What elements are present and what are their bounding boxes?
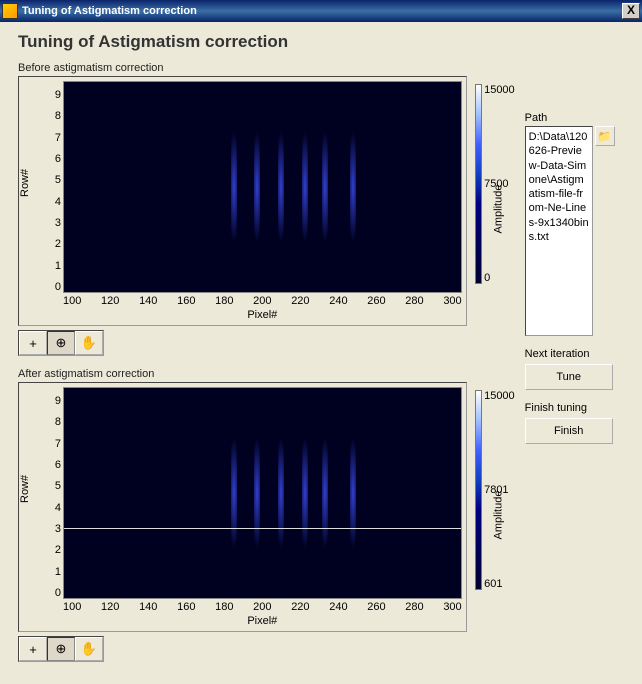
pan-tool[interactable]: ✋ [75, 331, 103, 355]
zoom-tool[interactable]: ⊕ [47, 331, 75, 355]
chart-before-plot[interactable] [63, 81, 462, 293]
page-title: Tuning of Astigmatism correction [18, 32, 624, 52]
chart-after-xlabel: Pixel# [63, 615, 462, 627]
crosshair-tool[interactable]: + [19, 331, 47, 355]
window-title: Tuning of Astigmatism correction [22, 5, 622, 17]
path-label: Path [525, 112, 624, 124]
zoom-tool[interactable]: ⊕ [47, 637, 75, 661]
crosshair-tool[interactable]: + [19, 637, 47, 661]
next-iteration-label: Next iteration [525, 348, 624, 360]
app-icon [2, 3, 18, 19]
chart-before-colorbar-label: Amplitude [492, 185, 504, 234]
chart-before[interactable]: Row# 0123456789 [18, 76, 467, 326]
chart-before-xticks: 100120140160180200220240260280300 [63, 293, 462, 309]
chart-after[interactable]: Row# 0123456789 [18, 382, 467, 632]
chart-before-xlabel: Pixel# [63, 309, 462, 321]
path-browse-button[interactable]: 📁 [595, 126, 615, 146]
folder-icon: 📁 [598, 130, 612, 143]
finish-button[interactable]: Finish [525, 418, 613, 444]
chart-after-colorbar-label: Amplitude [492, 491, 504, 540]
titlebar: Tuning of Astigmatism correction X [0, 0, 642, 22]
chart-after-ylabel: Row# [19, 475, 31, 503]
chart-before-ylabel: Row# [19, 169, 31, 197]
chart-after-xticks: 100120140160180200220240260280300 [63, 599, 462, 615]
chart-after-toolbar: + ⊕ ✋ [18, 636, 104, 662]
path-input[interactable]: D:\Data\120626-Preview-Data-Simone\Astig… [525, 126, 593, 336]
cursor-row-line [64, 528, 461, 529]
tune-button[interactable]: Tune [525, 364, 613, 390]
chart-before-toolbar: + ⊕ ✋ [18, 330, 104, 356]
chart-after-plot[interactable] [63, 387, 462, 599]
chart-after-yticks: 0123456789 [41, 395, 61, 599]
chart-after-title: After astigmatism correction [18, 368, 515, 380]
pan-tool[interactable]: ✋ [75, 637, 103, 661]
close-button[interactable]: X [622, 3, 640, 19]
finish-tuning-label: Finish tuning [525, 402, 624, 414]
chart-before-title: Before astigmatism correction [18, 62, 515, 74]
chart-before-yticks: 0123456789 [41, 89, 61, 293]
